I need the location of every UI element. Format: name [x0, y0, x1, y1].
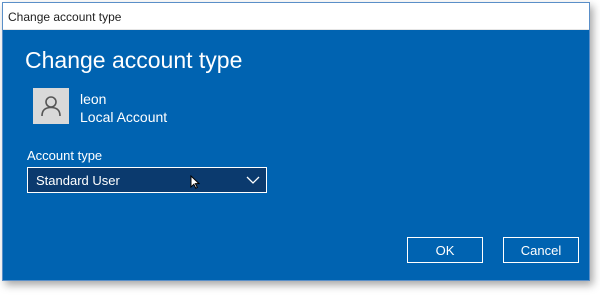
cancel-button[interactable]: Cancel — [503, 237, 579, 263]
title-bar[interactable]: Change account type — [3, 3, 589, 30]
change-account-type-window: Change account type Change account type … — [2, 2, 590, 281]
dialog-heading: Change account type — [25, 47, 243, 73]
account-type-dropdown[interactable]: Standard User — [27, 167, 267, 193]
chevron-down-icon — [246, 176, 260, 184]
window-title: Change account type — [8, 10, 122, 24]
ok-button[interactable]: OK — [407, 237, 483, 263]
user-avatar — [33, 88, 69, 124]
user-name: leon — [80, 91, 107, 107]
user-account-kind: Local Account — [80, 109, 168, 125]
account-type-selected-value: Standard User — [36, 173, 120, 188]
account-type-label: Account type — [27, 148, 103, 163]
user-avatar-icon — [41, 96, 61, 117]
mouse-cursor-icon — [190, 175, 200, 189]
